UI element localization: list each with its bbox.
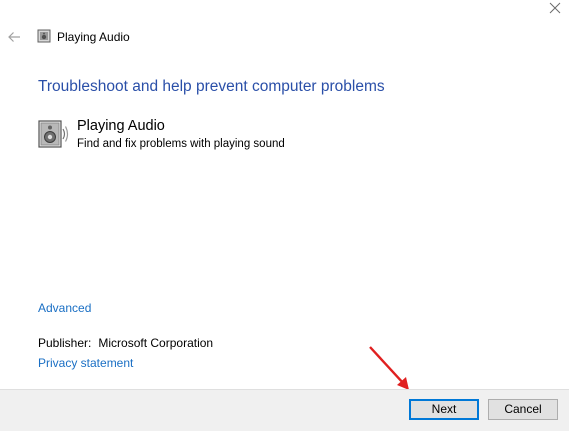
page-title: Troubleshoot and help prevent computer p… xyxy=(38,78,385,95)
troubleshooter-description: Find and fix problems with playing sound xyxy=(77,138,285,150)
back-button[interactable] xyxy=(6,29,22,45)
advanced-link[interactable]: Advanced xyxy=(38,301,91,315)
publisher-value: Microsoft Corporation xyxy=(98,336,214,350)
speaker-icon xyxy=(38,120,69,148)
troubleshooter-title[interactable]: Playing Audio xyxy=(77,118,165,134)
close-icon xyxy=(549,2,561,14)
publisher-label: Publisher: xyxy=(38,336,92,350)
close-button[interactable] xyxy=(541,0,569,16)
back-arrow-icon xyxy=(8,32,20,42)
footer-bar: Next Cancel xyxy=(0,389,569,431)
troubleshooter-window: Playing Audio Troubleshoot and help prev… xyxy=(0,0,569,431)
speaker-icon xyxy=(37,29,51,43)
next-button[interactable]: Next xyxy=(409,399,479,420)
window-title: Playing Audio xyxy=(57,30,130,44)
privacy-statement-link[interactable]: Privacy statement xyxy=(38,356,133,370)
publisher-info: Publisher: Microsoft Corporation xyxy=(38,336,213,350)
annotation-arrow xyxy=(369,346,409,390)
cancel-button[interactable]: Cancel xyxy=(488,399,558,420)
